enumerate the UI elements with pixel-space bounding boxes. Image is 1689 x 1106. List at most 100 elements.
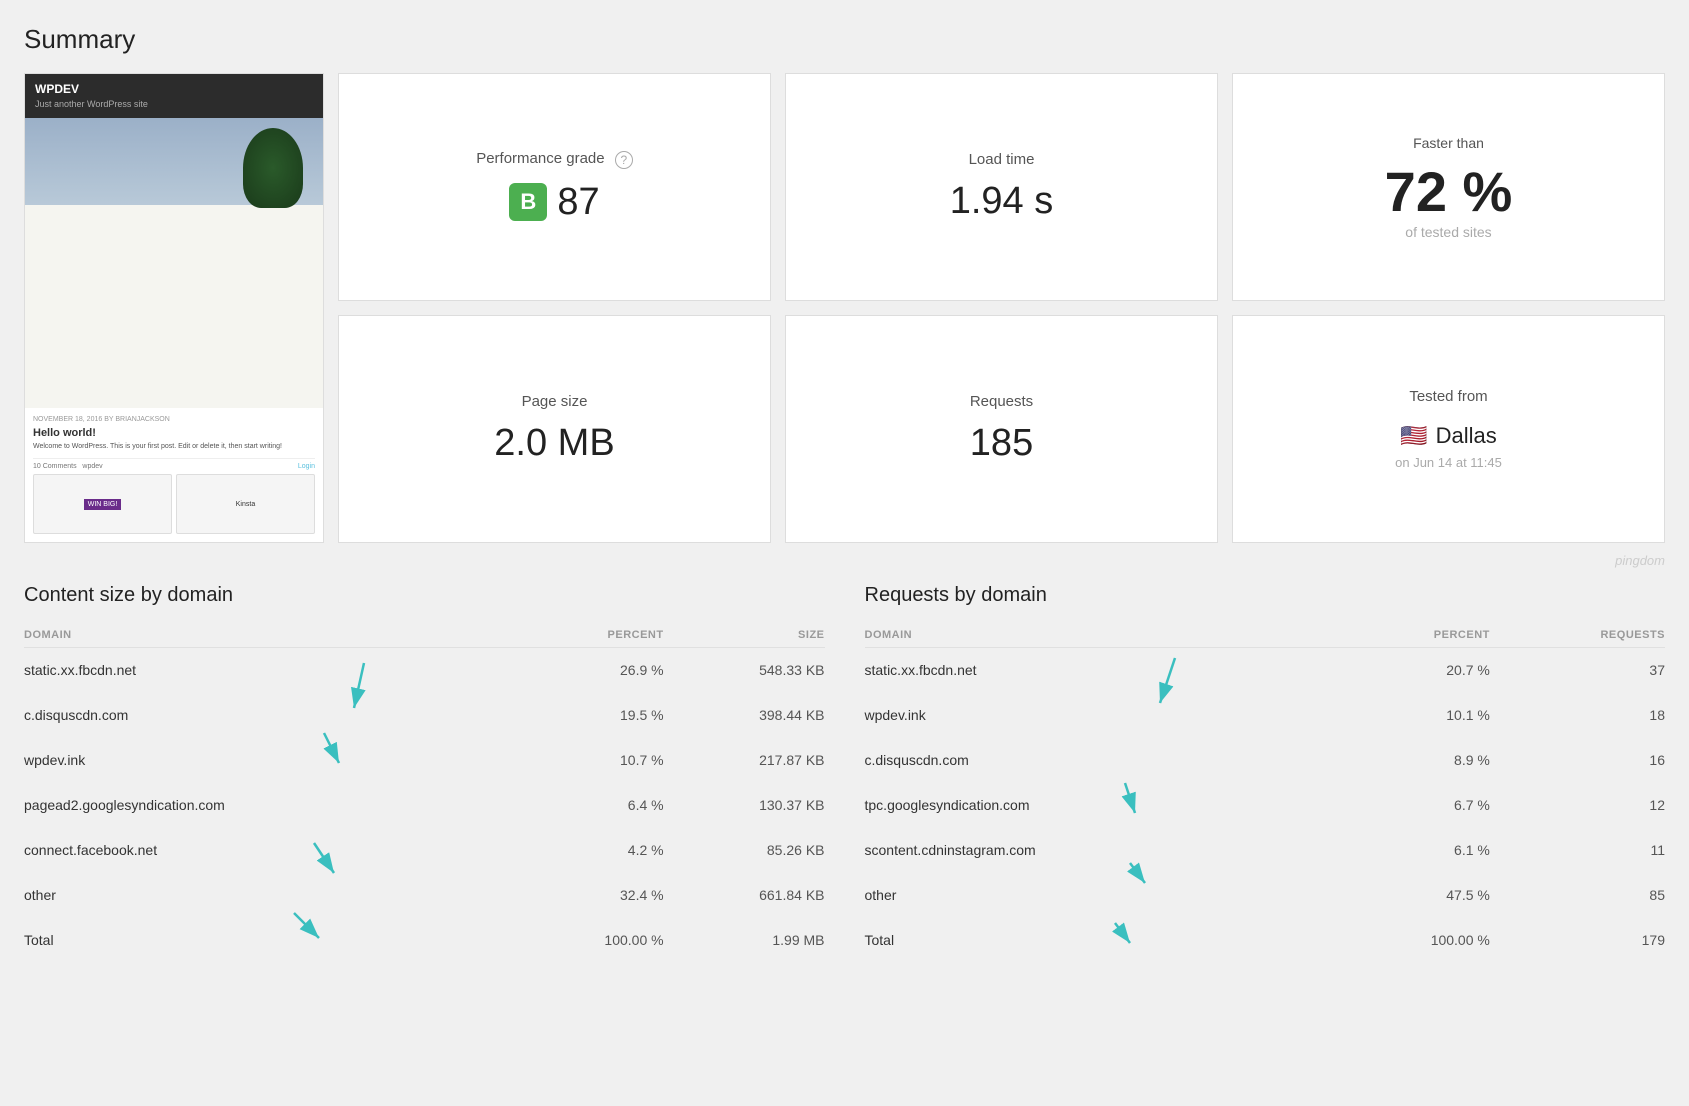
content-size-size-header: SIZE — [664, 623, 825, 648]
requests-percent-header: PERCENT — [1329, 623, 1490, 648]
percent-cell: 32.4 % — [518, 873, 664, 918]
percent-cell: 19.5 % — [518, 693, 664, 738]
percent-cell: 10.7 % — [518, 738, 664, 783]
requests-label: Requests — [970, 393, 1033, 410]
page-title: Summary — [24, 24, 1665, 55]
faster-than-sub: of tested sites — [1405, 224, 1491, 240]
table-row: scontent.cdninstagram.com 6.1 % 11 — [865, 828, 1666, 873]
percent-cell: 6.1 % — [1329, 828, 1490, 873]
table-row: connect.facebook.net 4.2 % 85.26 KB — [24, 828, 825, 873]
domain-cell: connect.facebook.net — [24, 828, 518, 873]
faster-than-percent: 72 % — [1385, 159, 1513, 224]
performance-grade-value: B 87 — [509, 181, 599, 224]
domain-cell: c.disquscdn.com — [24, 693, 518, 738]
requests-cell: 37 — [1490, 648, 1665, 693]
domain-cell: static.xx.fbcdn.net — [865, 648, 1330, 693]
percent-cell: 8.9 % — [1329, 738, 1490, 783]
tested-from-label: Tested from — [1409, 388, 1487, 405]
tested-date: on Jun 14 at 11:45 — [1395, 455, 1502, 470]
percent-cell: 6.7 % — [1329, 783, 1490, 828]
percent-cell: 6.4 % — [518, 783, 664, 828]
domain-cell: pagead2.googlesyndication.com — [24, 783, 518, 828]
content-size-domain-header: DOMAIN — [24, 623, 518, 648]
requests-cell: 12 — [1490, 783, 1665, 828]
site-preview-content: NOVEMBER 18, 2016 BY BRIANJACKSON Hello … — [25, 408, 323, 542]
performance-grade-label: Performance grade ? — [476, 150, 633, 168]
table-row: Total 100.00 % 179 — [865, 918, 1666, 963]
requests-cell: 16 — [1490, 738, 1665, 783]
performance-grade-card: Performance grade ? B 87 — [338, 73, 771, 301]
content-size-header-row: DOMAIN PERCENT SIZE — [24, 623, 825, 648]
domain-cell: wpdev.ink — [24, 738, 518, 783]
size-cell: 130.37 KB — [664, 783, 825, 828]
size-cell: 217.87 KB — [664, 738, 825, 783]
table-row: wpdev.ink 10.1 % 18 — [865, 693, 1666, 738]
table-row: wpdev.ink 10.7 % 217.87 KB — [24, 738, 825, 783]
requests-domain-header-row: DOMAIN PERCENT REQUESTS — [865, 623, 1666, 648]
page-size-card: Page size 2.0 MB — [338, 315, 771, 543]
percent-cell: 4.2 % — [518, 828, 664, 873]
size-cell: 85.26 KB — [664, 828, 825, 873]
content-size-section: Content size by domain — [24, 584, 825, 962]
content-size-percent-header: PERCENT — [518, 623, 664, 648]
percent-cell: 100.00 % — [518, 918, 664, 963]
domain-cell: other — [865, 873, 1330, 918]
percent-cell: 47.5 % — [1329, 873, 1490, 918]
size-cell: 398.44 KB — [664, 693, 825, 738]
domain-cell: static.xx.fbcdn.net — [24, 648, 518, 693]
question-icon[interactable]: ? — [615, 151, 633, 169]
requests-cell: 179 — [1490, 918, 1665, 963]
size-cell: 661.84 KB — [664, 873, 825, 918]
table-row: c.disquscdn.com 8.9 % 16 — [865, 738, 1666, 783]
requests-by-domain-section: Requests by domain — [865, 584, 1666, 962]
site-preview: WPDEVJust another WordPress site NOVEMBE… — [24, 73, 324, 543]
grade-badge: B — [509, 183, 547, 221]
table-row: Total 100.00 % 1.99 MB — [24, 918, 825, 963]
domain-cell: Total — [865, 918, 1330, 963]
content-size-table: DOMAIN PERCENT SIZE static.xx.fbcdn.net … — [24, 623, 825, 962]
summary-section: WPDEVJust another WordPress site NOVEMBE… — [24, 73, 1665, 543]
table-row: other 32.4 % 661.84 KB — [24, 873, 825, 918]
load-time-card: Load time 1.94 s — [785, 73, 1218, 301]
domain-cell: Total — [24, 918, 518, 963]
requests-domain-header: DOMAIN — [865, 623, 1330, 648]
table-row: tpc.googlesyndication.com 6.7 % 12 — [865, 783, 1666, 828]
requests-cell: 85 — [1490, 873, 1665, 918]
requests-domain-table: DOMAIN PERCENT REQUESTS static.xx.fbcdn.… — [865, 623, 1666, 962]
table-row: c.disquscdn.com 19.5 % 398.44 KB — [24, 693, 825, 738]
percent-cell: 26.9 % — [518, 648, 664, 693]
requests-card: Requests 185 — [785, 315, 1218, 543]
pingdom-label: pingdom — [24, 553, 1665, 568]
size-cell: 548.33 KB — [664, 648, 825, 693]
domain-cell: scontent.cdninstagram.com — [865, 828, 1330, 873]
site-preview-image — [25, 118, 323, 408]
faster-than-card: Faster than 72 % of tested sites — [1232, 73, 1665, 301]
load-time-label: Load time — [969, 151, 1035, 168]
percent-cell: 20.7 % — [1329, 648, 1490, 693]
domain-cell: tpc.googlesyndication.com — [865, 783, 1330, 828]
us-flag-icon: 🇺🇸 — [1400, 423, 1427, 449]
tested-from-card: Tested from 🇺🇸 Dallas on Jun 14 at 11:45 — [1232, 315, 1665, 543]
requests-cell: 11 — [1490, 828, 1665, 873]
percent-cell: 10.1 % — [1329, 693, 1490, 738]
requests-by-domain-title: Requests by domain — [865, 584, 1666, 607]
requests-domain-table-body: static.xx.fbcdn.net 20.7 % 37 wpdev.ink … — [865, 648, 1666, 963]
size-cell: 1.99 MB — [664, 918, 825, 963]
requests-value: 185 — [970, 422, 1033, 465]
domain-cell: other — [24, 873, 518, 918]
faster-than-label: Faster than — [1413, 135, 1484, 151]
requests-requests-header: REQUESTS — [1490, 623, 1665, 648]
metrics-grid: Performance grade ? B 87 Load time 1.94 … — [338, 73, 1665, 543]
percent-cell: 100.00 % — [1329, 918, 1490, 963]
domain-sections: Content size by domain — [24, 584, 1665, 962]
requests-cell: 18 — [1490, 693, 1665, 738]
table-row: static.xx.fbcdn.net 26.9 % 548.33 KB — [24, 648, 825, 693]
plant-decoration — [243, 128, 303, 208]
content-size-title: Content size by domain — [24, 584, 825, 607]
load-time-value: 1.94 s — [950, 180, 1054, 223]
table-row: pagead2.googlesyndication.com 6.4 % 130.… — [24, 783, 825, 828]
site-preview-header: WPDEVJust another WordPress site — [25, 74, 323, 118]
page-size-label: Page size — [522, 393, 588, 410]
table-row: other 47.5 % 85 — [865, 873, 1666, 918]
domain-cell: c.disquscdn.com — [865, 738, 1330, 783]
